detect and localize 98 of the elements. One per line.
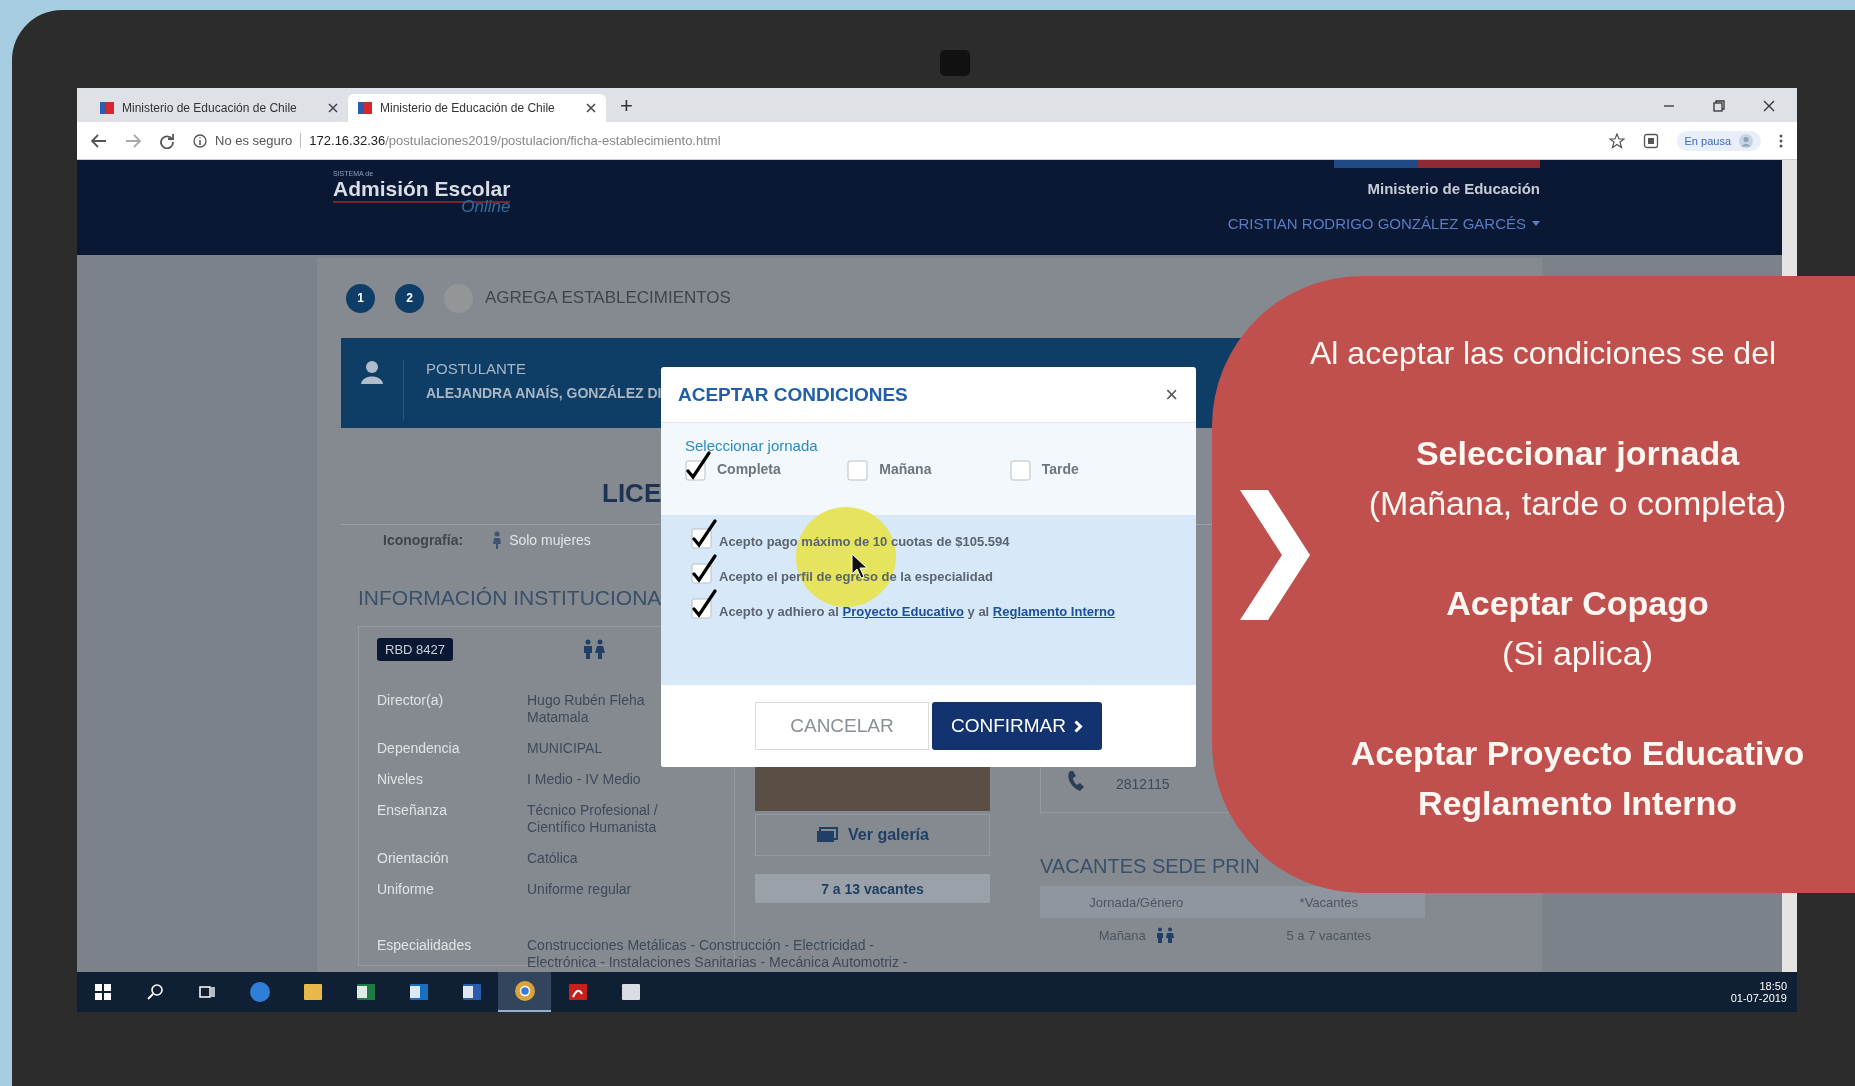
- school-title: LICE: [602, 477, 662, 510]
- app-icon: [619, 981, 642, 1003]
- callout-heading: Aceptar Copago: [1445, 583, 1710, 624]
- task-view-icon[interactable]: [199, 984, 215, 1000]
- people-icon: [1155, 927, 1174, 943]
- document-link[interactable]: Proyecto Educativo: [842, 604, 964, 619]
- close-icon[interactable]: [1763, 100, 1775, 112]
- column-header: *Vacantes: [1298, 894, 1359, 910]
- legend-label: Iconografía:: [383, 532, 464, 548]
- dialog-title: ACEPTAR CONDICIONES: [678, 383, 908, 406]
- app-icon: [460, 981, 483, 1003]
- clock-time: 18:50: [1759, 980, 1787, 992]
- agreement-text: Acepto y adhiero al Proyecto Educativo y al Reglamento Interno: [719, 603, 1115, 621]
- app-icon: [566, 981, 589, 1003]
- callout-intro: Al aceptar las condiciones se del: [1310, 334, 1778, 373]
- legend-item: Solo mujeres: [509, 532, 591, 548]
- document-link[interactable]: Reglamento Interno: [992, 604, 1115, 619]
- step-indicator: 1: [346, 283, 375, 313]
- url-text: 172.16.32.36/postulaciones2019/postulacion/ficha-establecimiento.html: [309, 133, 721, 148]
- app-icon: [301, 981, 324, 1003]
- address-field[interactable]: No es seguro 172.16.32.36/postulaciones2019/postulacion/ficha-establecimiento.html: [193, 126, 1591, 155]
- reload-icon[interactable]: [159, 132, 175, 149]
- detail-value: Científico Humanista: [527, 819, 657, 836]
- flag-icon: [358, 102, 372, 114]
- menu-icon[interactable]: [1779, 133, 1783, 148]
- detail-label: Niveles: [377, 771, 423, 788]
- phone-number: 2812115: [1116, 776, 1170, 792]
- detail-value: Católica: [527, 850, 578, 867]
- detail-value: Construcciones Metálicas - Construcción - Electricidad -: [527, 937, 874, 954]
- callout-note: (Mañana, tarde o completa): [1367, 483, 1788, 524]
- detail-value: Matamala: [527, 709, 589, 726]
- column-header: Jornada/Género: [1088, 894, 1185, 910]
- section-title: INFORMACIÓN INSTITUCIONA: [358, 585, 662, 611]
- ministry-name: Ministerio de Educación: [1367, 180, 1540, 197]
- gallery-icon: [816, 827, 838, 843]
- detail-value: Electrónica - Instalaciones Sanitarias - Mecánica Automotriz -: [527, 954, 908, 971]
- callout-heading: Seleccionar jornada: [1414, 433, 1741, 474]
- detail-value: Hugo Rubén Fleha: [527, 692, 645, 709]
- rbd-badge: RBD 8427: [377, 637, 453, 661]
- detail-value: Uniforme regular: [527, 881, 632, 898]
- vacancies-title: VACANTES SEDE PRIN: [1040, 855, 1260, 878]
- detail-label: Dependencia: [377, 740, 460, 757]
- windows-icon[interactable]: [95, 984, 111, 1000]
- camera-icon: [940, 50, 970, 76]
- applicant-name: ALEJANDRA ANAÍS, GONZÁLEZ DI: [426, 385, 662, 401]
- callout-note: (Si aplica): [1500, 633, 1655, 674]
- checkbox[interactable]: [691, 519, 717, 549]
- caret-icon: [1532, 221, 1540, 226]
- field-label: Seleccionar jornada: [685, 437, 818, 454]
- user-menu[interactable]: CRISTIAN RODRIGO GONZÁLEZ GARCÉS: [1227, 215, 1526, 232]
- search-icon[interactable]: [147, 984, 163, 1000]
- confirm-button[interactable]: CONFIRMAR: [932, 702, 1102, 750]
- people-icon: [583, 639, 605, 659]
- star-icon[interactable]: [1608, 132, 1625, 149]
- app-icon: [354, 981, 377, 1003]
- phone-icon: [1066, 770, 1086, 792]
- checkbox[interactable]: [691, 554, 717, 584]
- profile-button[interactable]: En pausa: [1676, 130, 1761, 151]
- close-icon[interactable]: [586, 103, 596, 113]
- detail-label: Uniforme: [377, 881, 434, 898]
- woman-icon: [493, 531, 502, 549]
- detail-value: MUNICIPAL: [527, 740, 603, 757]
- step-indicator: 2: [395, 283, 424, 313]
- checkbox-label: Mañana: [879, 461, 932, 479]
- chevron-icon: [1074, 719, 1084, 733]
- callout-heading: Aceptar Proyecto Educativo: [1349, 733, 1806, 774]
- browser-tab[interactable]: Ministerio de Educación de Chile: [348, 94, 606, 122]
- close-icon[interactable]: [328, 103, 338, 113]
- table-cell: Mañana: [1098, 927, 1146, 943]
- security-label: No es seguro: [215, 133, 302, 148]
- user-icon: [361, 360, 383, 384]
- checkbox[interactable]: [691, 589, 717, 619]
- callout-heading: Reglamento Interno: [1416, 783, 1739, 824]
- flag-icon: [100, 102, 114, 114]
- app-icon: [248, 981, 271, 1003]
- app-icon: [407, 981, 430, 1003]
- step-title: AGREGA ESTABLECIMIENTOS: [485, 288, 731, 308]
- detail-value: Técnico Profesional /: [527, 802, 658, 819]
- info-icon: [193, 133, 207, 148]
- vacancies-badge: 7 a 13 vacantes: [755, 874, 990, 903]
- back-icon[interactable]: [91, 133, 107, 148]
- detail-label: Especialidades: [377, 937, 472, 955]
- checkbox-label: Tarde: [1041, 461, 1079, 479]
- new-tab-button[interactable]: +: [620, 93, 633, 119]
- extension-icon[interactable]: [1642, 132, 1659, 149]
- clock-date: 01-07-2019: [1730, 992, 1787, 1004]
- browser-tab[interactable]: Ministerio de Educación de Chile: [90, 94, 348, 122]
- detail-label: Enseñanza: [377, 802, 448, 820]
- restore-icon[interactable]: [1713, 100, 1725, 112]
- checkbox-label: Completa: [717, 461, 781, 479]
- applicant-label: POSTULANTE: [426, 360, 528, 377]
- checkbox[interactable]: [685, 451, 711, 481]
- detail-label: Director(a): [377, 692, 444, 710]
- close-button[interactable]: ×: [1165, 381, 1178, 408]
- avatar-icon: [1739, 133, 1753, 148]
- app-icon: [513, 980, 536, 1002]
- detail-label: Orientación: [377, 850, 449, 867]
- table-cell: 5 a 7 vacantes: [1286, 927, 1372, 943]
